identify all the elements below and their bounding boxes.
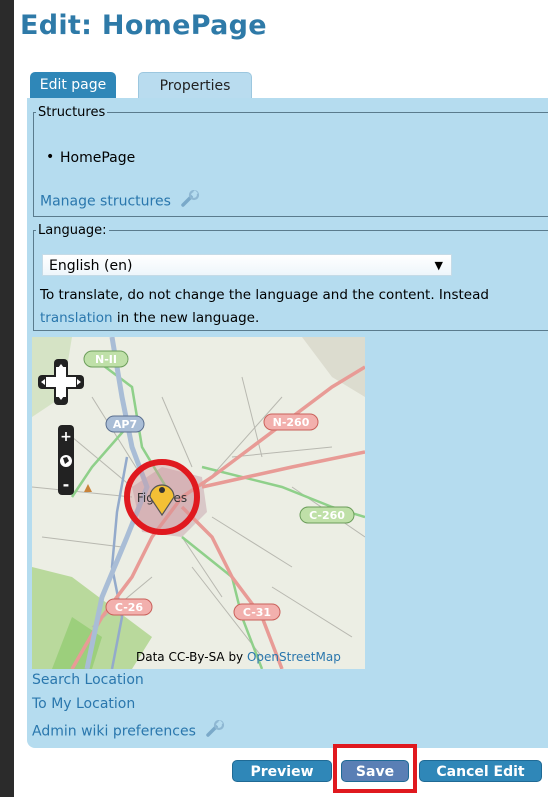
map-attribution: Data CC-By-SA by OpenStreetMap bbox=[132, 647, 345, 667]
wrench-icon[interactable] bbox=[180, 189, 200, 212]
admin-wiki-preferences-link[interactable]: Admin wiki preferences bbox=[32, 724, 196, 740]
language-select[interactable]: English (en) ▼ bbox=[42, 254, 452, 276]
svg-text:-: - bbox=[63, 475, 70, 494]
label-ap7: AP7 bbox=[113, 418, 137, 431]
admin-prefs-row: Admin wiki preferences bbox=[32, 719, 225, 742]
zoom-control-icon: + - bbox=[58, 425, 74, 495]
translation-link[interactable]: translation bbox=[40, 310, 113, 326]
page-title: Edit: HomePage bbox=[20, 10, 267, 41]
attribution-text: Data CC-By-SA by bbox=[136, 650, 247, 664]
map-view[interactable]: N-II AP7 N-260 C-260 C-26 C-31 Figueres bbox=[32, 337, 365, 669]
manage-structures-row: Manage structures bbox=[40, 189, 200, 212]
window-left-edge bbox=[0, 0, 14, 797]
language-legend: Language: bbox=[38, 223, 107, 238]
label-c26: C-26 bbox=[115, 601, 144, 614]
language-select-value: English (en) bbox=[49, 258, 133, 274]
wrench-icon[interactable] bbox=[205, 719, 225, 742]
translate-instruction-line2: translation in the new language. bbox=[40, 310, 259, 326]
structures-legend: Structures bbox=[38, 105, 106, 120]
preview-button[interactable]: Preview bbox=[232, 760, 332, 782]
my-location-link[interactable]: To My Location bbox=[32, 696, 135, 712]
label-n260: N-260 bbox=[273, 416, 310, 429]
tab-properties[interactable]: Properties bbox=[138, 72, 252, 99]
label-c260: C-260 bbox=[309, 509, 345, 522]
svg-text:+: + bbox=[60, 429, 72, 445]
map-canvas: N-II AP7 N-260 C-260 C-26 C-31 Figueres bbox=[32, 337, 365, 669]
openstreetmap-link[interactable]: OpenStreetMap bbox=[247, 650, 341, 664]
translation-suffix: in the new language. bbox=[112, 310, 260, 326]
tab-edit-page[interactable]: Edit page bbox=[30, 72, 116, 98]
dropdown-arrow-icon: ▼ bbox=[434, 259, 443, 272]
manage-structures-link[interactable]: Manage structures bbox=[40, 194, 171, 210]
label-n2: N-II bbox=[95, 353, 117, 366]
translate-instruction: To translate, do not change the language… bbox=[40, 287, 489, 303]
search-location-link[interactable]: Search Location bbox=[32, 672, 144, 688]
label-c31: C-31 bbox=[243, 606, 271, 619]
structure-item: HomePage bbox=[46, 149, 135, 166]
cancel-edit-button[interactable]: Cancel Edit bbox=[419, 760, 542, 782]
save-highlight-box bbox=[333, 744, 417, 793]
